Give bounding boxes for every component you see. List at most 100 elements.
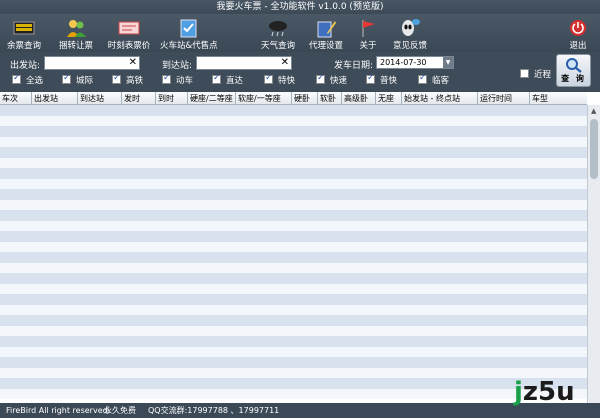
filter-intercity-checkbox[interactable]: 城际 <box>62 73 93 86</box>
filter-all-checkbox[interactable]: 全选 <box>12 73 43 86</box>
clear-to-icon[interactable]: ✕ <box>281 57 289 69</box>
column-header-train-type[interactable]: 车型 <box>530 92 587 105</box>
filter-express-checkbox[interactable]: 特快 <box>264 73 295 86</box>
toolbar-proxy-button[interactable]: 代理设置 <box>308 14 344 52</box>
filter-emu-box[interactable] <box>162 73 171 84</box>
table-row[interactable] <box>0 241 587 252</box>
table-row[interactable] <box>0 283 587 294</box>
to-station-input[interactable] <box>197 57 291 69</box>
table-row[interactable] <box>0 199 587 210</box>
filter-highspeed-box[interactable] <box>112 73 121 84</box>
search-icon <box>565 58 582 73</box>
table-row[interactable] <box>0 136 587 147</box>
filter-direct-checkbox[interactable]: 直达 <box>212 73 243 86</box>
column-header-soft-seat[interactable]: 软座/一等座 <box>236 92 292 105</box>
column-header-to[interactable]: 到达站 <box>78 92 122 105</box>
filter-highspeed-checkbox[interactable]: 高铁 <box>112 73 143 86</box>
column-header-hard-sleeper[interactable]: 硬卧 <box>292 92 318 105</box>
chevron-down-icon[interactable]: ▼ <box>443 57 453 68</box>
results-table: 车次 出发站 到达站 发时 到时 硬座/二等座 软座/一等座 硬卧 软卧 高级卧… <box>0 92 600 403</box>
table-row[interactable] <box>0 378 587 389</box>
table-row[interactable] <box>0 115 587 126</box>
train-board-icon <box>13 21 35 35</box>
table-row[interactable] <box>0 231 587 242</box>
filter-direct-box[interactable] <box>212 73 221 84</box>
to-station-field[interactable]: ✕ <box>196 56 292 70</box>
table-row[interactable] <box>0 304 587 315</box>
power-icon <box>570 20 586 36</box>
filter-temporary-box[interactable] <box>418 73 427 84</box>
table-body <box>0 105 587 403</box>
table-row[interactable] <box>0 325 587 336</box>
nearby-checkbox[interactable]: 近程 <box>520 68 551 80</box>
table-row[interactable] <box>0 168 587 179</box>
table-row[interactable] <box>0 294 587 305</box>
filter-all-box[interactable] <box>12 73 21 84</box>
table-row[interactable] <box>0 189 587 200</box>
filter-emu-checkbox[interactable]: 动车 <box>162 73 193 86</box>
flag-icon <box>362 20 375 37</box>
column-header-from[interactable]: 出发站 <box>32 92 78 105</box>
table-row[interactable] <box>0 178 587 189</box>
toolbar-weather-button[interactable]: 天气查询 <box>260 14 296 52</box>
column-header-train[interactable]: 车次 <box>0 92 32 105</box>
filter-fast-box[interactable] <box>316 73 325 84</box>
scroll-up-icon[interactable]: ▲ <box>591 107 596 115</box>
column-header-soft-sleeper[interactable]: 软卧 <box>318 92 342 105</box>
qq-group-text: QQ交流群:17997788 、17997711 <box>148 406 280 415</box>
toolbar-about-button[interactable]: 关于 <box>356 14 380 52</box>
table-row[interactable] <box>0 157 587 168</box>
toolbar-timetable-button[interactable]: 时刻表票价 <box>106 14 152 52</box>
column-header-route[interactable]: 始发站 - 终点站 <box>402 92 478 105</box>
table-row[interactable] <box>0 273 587 284</box>
toolbar-feedback-button[interactable]: 意见反馈 <box>392 14 428 52</box>
table-row[interactable] <box>0 126 587 137</box>
table-header: 车次 出发站 到达站 发时 到时 硬座/二等座 软座/一等座 硬卧 软卧 高级卧… <box>0 92 587 105</box>
toolbar: 余票查询 捆转让票 时刻表票价 火车站&代售点 天气查询 代理设置 关于 意见反… <box>0 14 600 52</box>
cloud-rain-icon <box>269 21 287 37</box>
table-row[interactable] <box>0 220 587 231</box>
from-station-field[interactable]: ✕ <box>44 56 140 70</box>
pencil-note-icon <box>317 21 336 38</box>
table-row[interactable] <box>0 367 587 378</box>
filter-express-box[interactable] <box>264 73 273 84</box>
filter-intercity-box[interactable] <box>62 73 71 84</box>
table-row[interactable] <box>0 315 587 326</box>
table-row[interactable] <box>0 210 587 221</box>
table-row[interactable] <box>0 105 587 116</box>
copyright-text: FireBird All right reserved. <box>6 406 111 415</box>
clear-from-icon[interactable]: ✕ <box>129 57 137 69</box>
table-row[interactable] <box>0 262 587 273</box>
table-row[interactable] <box>0 252 587 263</box>
column-header-no-seat[interactable]: 无座 <box>376 92 402 105</box>
table-row[interactable] <box>0 336 587 347</box>
column-header-arrive[interactable]: 到时 <box>156 92 188 105</box>
toolbar-transfer-ticket-button[interactable]: 捆转让票 <box>56 14 96 52</box>
checklist-icon <box>180 19 197 38</box>
nearby-checkbox-box[interactable] <box>520 69 529 78</box>
vertical-scrollbar[interactable]: ▲ <box>587 105 600 403</box>
column-header-hard-seat[interactable]: 硬座/二等座 <box>188 92 236 105</box>
filter-temporary-checkbox[interactable]: 临客 <box>418 73 449 86</box>
column-header-depart[interactable]: 发时 <box>122 92 156 105</box>
free-text: 永久免费 <box>104 406 136 415</box>
scrollbar-thumb[interactable] <box>590 119 598 179</box>
window-title: 我要火车票 - 全功能软件 v1.0.0 (预览版) <box>0 0 600 14</box>
table-row[interactable] <box>0 357 587 368</box>
toolbar-station-button[interactable]: 火车站&代售点 <box>160 14 218 52</box>
filter-regular-box[interactable] <box>366 73 375 84</box>
table-row[interactable] <box>0 346 587 357</box>
date-picker[interactable]: 2014-07-30 ▼ <box>376 56 454 69</box>
query-button[interactable]: 查 询 <box>556 54 591 87</box>
table-row[interactable] <box>0 388 587 399</box>
toolbar-ticket-query-button[interactable]: 余票查询 <box>4 14 44 52</box>
filter-regular-checkbox[interactable]: 普快 <box>366 73 397 86</box>
column-header-deluxe-sleeper[interactable]: 高级卧 <box>342 92 376 105</box>
table-row[interactable] <box>0 147 587 158</box>
column-header-duration[interactable]: 运行时间 <box>478 92 530 105</box>
date-label: 发车日期: <box>334 61 374 71</box>
from-station-input[interactable] <box>45 57 139 69</box>
toolbar-exit-button[interactable]: 退出 <box>566 14 590 52</box>
filter-fast-checkbox[interactable]: 快速 <box>316 73 347 86</box>
watermark-logo: jz5u <box>514 377 575 407</box>
